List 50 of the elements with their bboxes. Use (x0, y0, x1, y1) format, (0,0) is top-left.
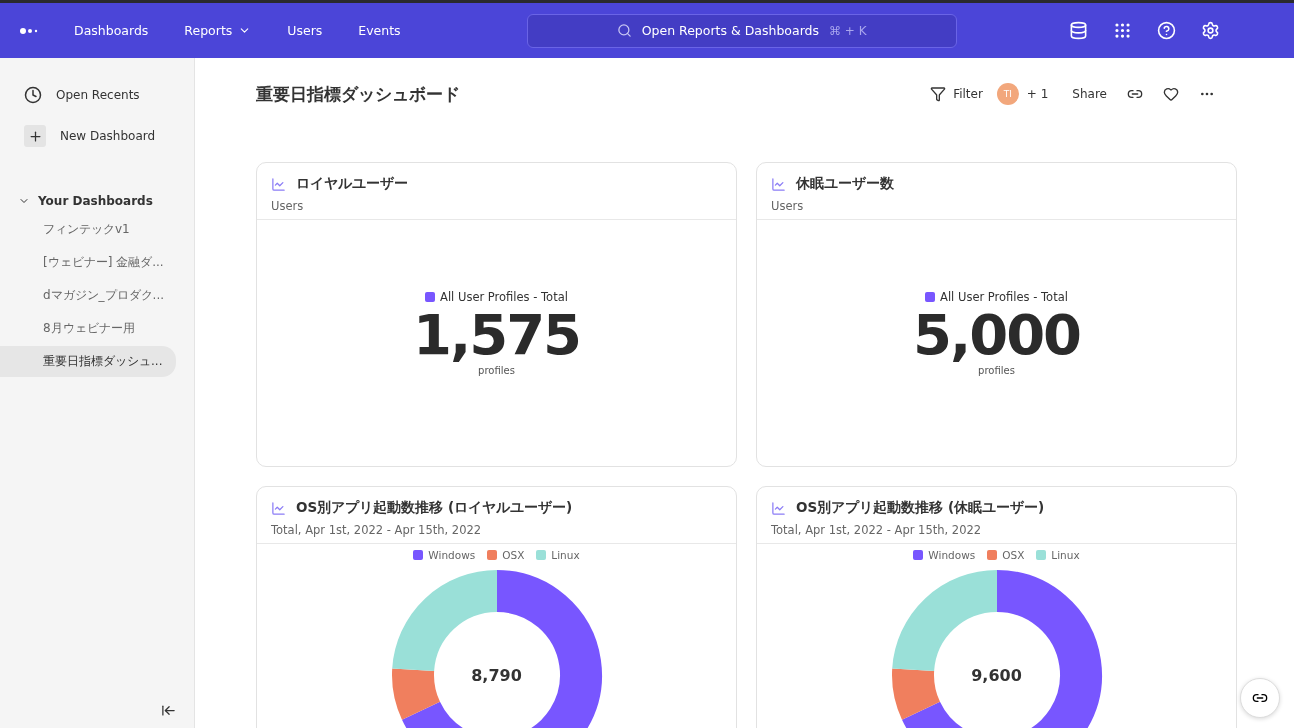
nav-link[interactable]: Dashboards (74, 23, 149, 38)
donut-total: 9,600 (971, 665, 1022, 685)
collapse-sidebar-icon[interactable] (161, 703, 176, 718)
dashboard-link[interactable]: [ウェビナー] 金融ダ... (0, 247, 176, 278)
filter-button[interactable]: Filter (924, 82, 989, 106)
dashboard-link[interactable]: dマガジン_プロダク... (0, 280, 176, 311)
legend-label: Windows (928, 549, 976, 561)
dashboard-link[interactable]: フィンテックv1 (0, 214, 176, 245)
extra-users-count: + 1 (1026, 87, 1049, 101)
legend-label: All User Profiles - Total (440, 289, 568, 304)
card-title[interactable]: OS別アプリ起動数推移 (休眠ユーザー) (796, 499, 1045, 517)
card-subtitle: Users (771, 199, 805, 213)
search-icon (616, 23, 632, 38)
legend-label: Windows (428, 549, 476, 561)
chart-icon (771, 500, 786, 516)
logo-icon[interactable] (20, 26, 40, 35)
dashboard-link[interactable]: 重要日指標ダッシュ... (0, 346, 176, 377)
card-title[interactable]: ロイヤルユーザー (296, 175, 408, 193)
donut-total: 8,790 (471, 665, 522, 685)
card-title[interactable]: 休眠ユーザー数 (796, 175, 894, 193)
nav-link[interactable]: Users (287, 23, 323, 38)
new-dashboard-button[interactable]: New Dashboard (0, 119, 194, 153)
share-button[interactable]: Share (1066, 83, 1113, 105)
metric-unit: profiles (478, 365, 515, 377)
card-subtitle: Total, Apr 1st, 2022 - Apr 15th, 2022 (271, 523, 483, 537)
plus-icon (24, 125, 46, 147)
clock-icon (24, 86, 42, 104)
legend-label: Linux (551, 549, 580, 561)
chart-icon (271, 176, 286, 192)
card-subtitle: Total, Apr 1st, 2022 - Apr 15th, 2022 (771, 523, 983, 537)
legend-label: OSX (502, 549, 525, 561)
nav-link[interactable]: Events (358, 23, 401, 38)
dashboard-title: 重要日指標ダッシュボード (256, 82, 460, 106)
legend-label: All User Profiles - Total (940, 289, 1068, 304)
legend-label: OSX (1002, 549, 1025, 561)
section-toggle[interactable]: Your Dashboards (0, 190, 194, 212)
filter-icon (930, 86, 947, 102)
card-title[interactable]: OS別アプリ起動数推移 (ロイヤルユーザー) (296, 499, 573, 517)
search-field[interactable]: Open Reports & Dashboards ⌘ + K (526, 13, 957, 48)
metric-unit: profiles (978, 365, 1015, 377)
metric-value: 5,000 (912, 303, 1081, 366)
nav-link[interactable]: Reports (184, 23, 252, 38)
chart-icon (771, 176, 786, 192)
metric-value: 1,575 (412, 303, 581, 366)
open-recents-button[interactable]: Open Recents (0, 78, 194, 112)
card-subtitle: Users (271, 199, 305, 213)
dashboard-link[interactable]: 8月ウェビナー用 (0, 313, 176, 344)
legend-label: Linux (1051, 549, 1080, 561)
link-icon[interactable] (1240, 678, 1280, 718)
chart-icon (271, 500, 286, 516)
